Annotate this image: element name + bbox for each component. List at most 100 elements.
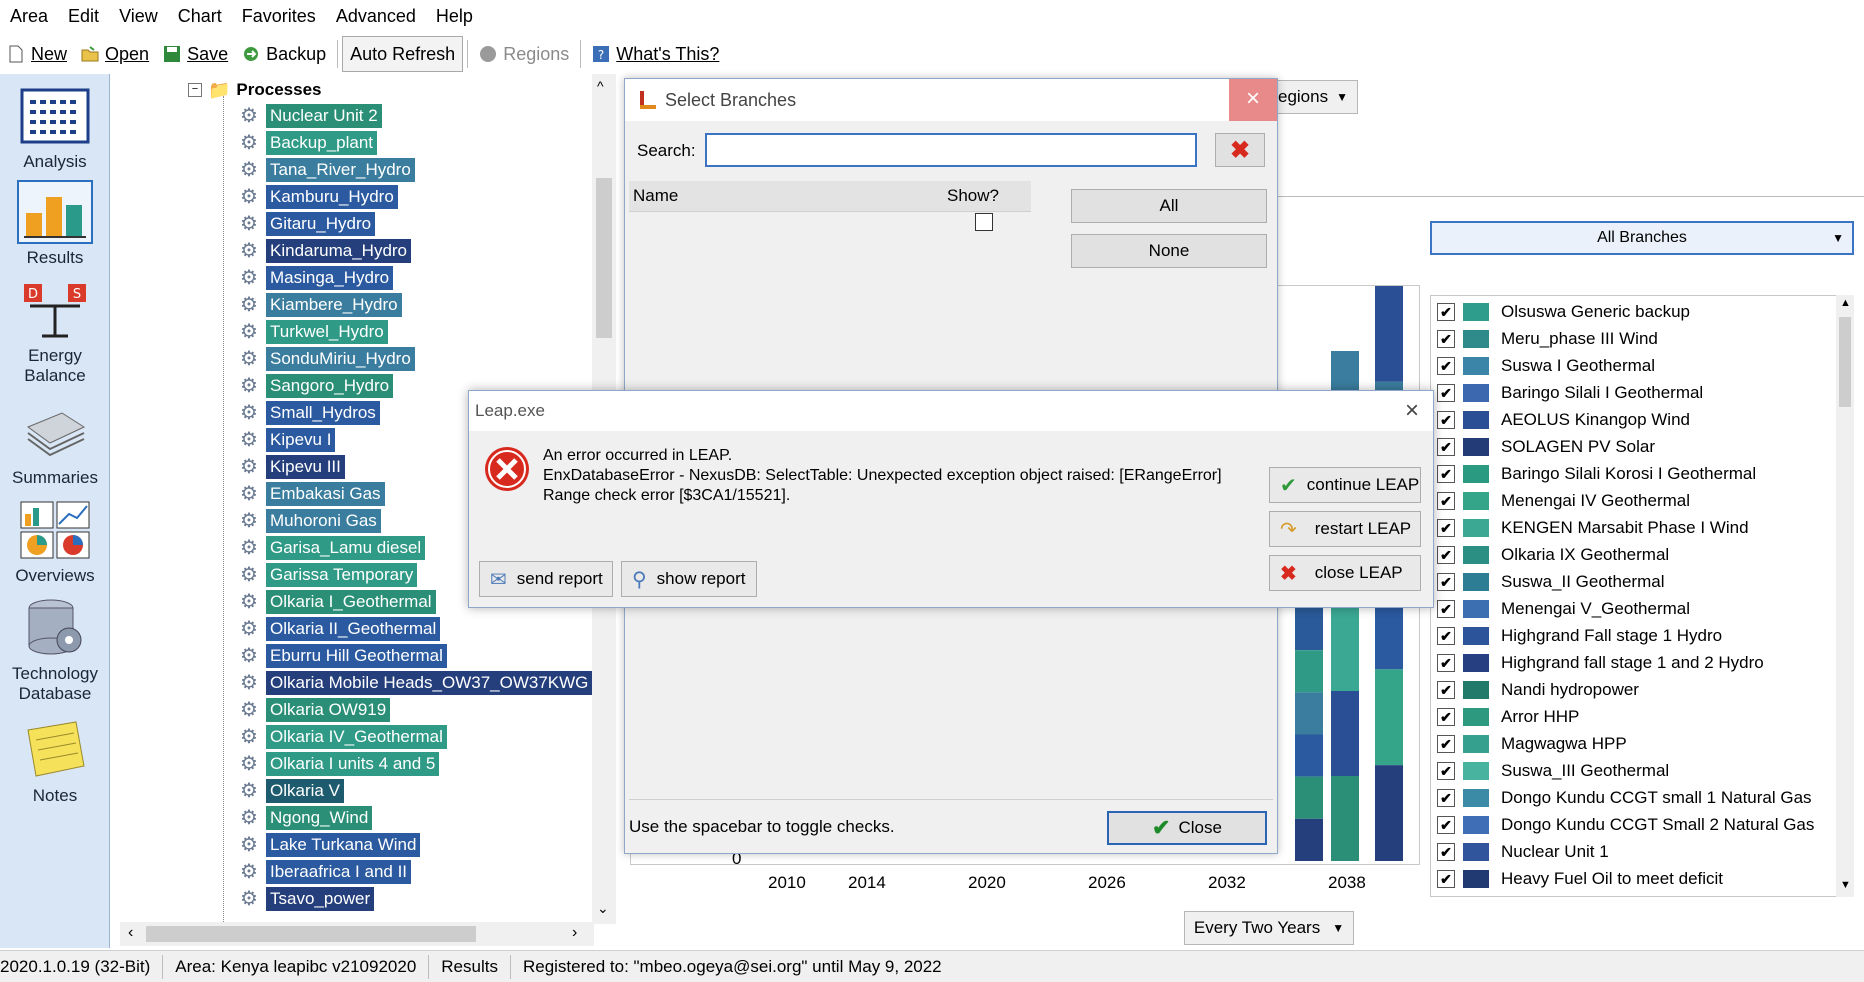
tree-item[interactable]: ⚙ Olkaria V — [120, 779, 344, 803]
collapse-icon[interactable]: − — [188, 83, 202, 97]
tree-item[interactable]: ⚙ Garisa_Lamu diesel — [120, 536, 426, 560]
legend-checkbox[interactable]: ✔ — [1437, 302, 1455, 321]
legend-item[interactable]: ✔ Olkaria IX Geothermal — [1431, 541, 1669, 568]
legend-item[interactable]: ✔ Meru_phase III Wind — [1431, 325, 1658, 352]
restart-leap-button[interactable]: ↷ restart LEAP — [1269, 511, 1421, 547]
tree-item[interactable]: ⚙ Olkaria I units 4 and 5 — [120, 752, 440, 776]
legend-item[interactable]: ✔ Dongo Kundu CCGT small 1 Natural Gas — [1431, 784, 1812, 811]
tree-item[interactable]: ⚙ Kiambere_Hydro — [120, 293, 402, 317]
legend-checkbox[interactable]: ✔ — [1437, 356, 1455, 375]
tree-item[interactable]: ⚙ Olkaria Mobile Heads_OW37_OW37KWG — [120, 671, 593, 695]
tree-item[interactable]: ⚙ Tana_River_Hydro — [120, 158, 415, 182]
new-button[interactable]: New — [0, 37, 74, 71]
legend-checkbox[interactable]: ✔ — [1437, 383, 1455, 402]
legend-checkbox[interactable]: ✔ — [1437, 410, 1455, 429]
legend-checkbox[interactable]: ✔ — [1437, 788, 1455, 807]
legend-item[interactable]: ✔ AEOLUS Kinangop Wind — [1431, 406, 1690, 433]
legend-checkbox[interactable]: ✔ — [1437, 761, 1455, 780]
scroll-up-icon[interactable]: ^ — [597, 78, 604, 94]
tree-folder-processes[interactable]: − 📁 Processes — [120, 78, 322, 102]
save-button[interactable]: Save — [156, 37, 235, 71]
legend-item[interactable]: ✔ KENGEN Marsabit Phase I Wind — [1431, 514, 1749, 541]
tree-item[interactable]: ⚙ Garissa Temporary — [120, 563, 418, 587]
column-show[interactable]: Show? — [947, 186, 999, 206]
legend-item[interactable]: ✔ Baringo Silali I Geothermal — [1431, 379, 1703, 406]
close-leap-button[interactable]: ✖ close LEAP — [1269, 555, 1421, 591]
legend-item[interactable]: ✔ Highgrand fall stage 1 and 2 Hydro — [1431, 649, 1764, 676]
clear-search-button[interactable]: ✖ — [1215, 133, 1265, 167]
menu-favorites[interactable]: Favorites — [232, 6, 326, 27]
menu-help[interactable]: Help — [426, 6, 483, 27]
legend-item[interactable]: ✔ Suswa_III Geothermal — [1431, 757, 1669, 784]
scroll-right-icon[interactable]: › — [572, 924, 577, 942]
regions-dropdown[interactable]: egions ▼ — [1268, 80, 1358, 114]
legend-checkbox[interactable]: ✔ — [1437, 707, 1455, 726]
legend-item[interactable]: ✔ Baringo Silali Korosi I Geothermal — [1431, 460, 1756, 487]
tree-item[interactable]: ⚙ Lake Turkana Wind — [120, 833, 421, 857]
sidebar-item-overviews[interactable]: Overviews — [0, 498, 110, 586]
tree-item[interactable]: ⚙ Nuclear Unit 2 — [120, 104, 382, 128]
menu-advanced[interactable]: Advanced — [326, 6, 426, 27]
scroll-thumb[interactable] — [596, 178, 612, 338]
tree-item[interactable]: ⚙ Embakasi Gas — [120, 482, 385, 506]
show-report-button[interactable]: ⚲ show report — [621, 561, 757, 597]
legend-item[interactable]: ✔ Highgrand Fall stage 1 Hydro — [1431, 622, 1722, 649]
tree-item[interactable]: ⚙ Small_Hydros — [120, 401, 380, 425]
legend-item[interactable]: ✔ Arror HHP — [1431, 703, 1579, 730]
menu-view[interactable]: View — [109, 6, 168, 27]
close-button[interactable]: ✔ Close — [1107, 811, 1267, 845]
legend-checkbox[interactable]: ✔ — [1437, 842, 1455, 861]
legend-checkbox[interactable]: ✔ — [1437, 491, 1455, 510]
tree-item[interactable]: ⚙ Olkaria I_Geothermal — [120, 590, 436, 614]
tree-item[interactable]: ⚙ Iberaafrica I and II — [120, 860, 412, 884]
legend-item[interactable]: ✔ Magwagwa HPP — [1431, 730, 1627, 757]
legend-checkbox[interactable]: ✔ — [1437, 464, 1455, 483]
legend-item[interactable]: ✔ Menengai V_Geothermal — [1431, 595, 1690, 622]
menu-area[interactable]: Area — [0, 6, 58, 27]
scroll-up-icon[interactable]: ▲ — [1840, 297, 1851, 309]
legend-checkbox[interactable]: ✔ — [1437, 680, 1455, 699]
legend-checkbox[interactable]: ✔ — [1437, 815, 1455, 834]
tree-item[interactable]: ⚙ Backup_plant — [120, 131, 378, 155]
sidebar-item-analysis[interactable]: Analysis — [0, 84, 110, 172]
menu-edit[interactable]: Edit — [58, 6, 109, 27]
column-name[interactable]: Name — [633, 186, 678, 206]
tree-item[interactable]: ⚙ Masinga_Hydro — [120, 266, 394, 290]
legend-item[interactable]: ✔ Dongo Kundu CCGT Small 2 Natural Gas — [1431, 811, 1814, 838]
tree-item[interactable]: ⚙ SonduMiriu_Hydro — [120, 347, 415, 371]
scroll-down-icon[interactable]: ⌄ — [597, 900, 609, 917]
sidebar-item-technology-database[interactable]: Technology Database — [0, 596, 110, 704]
legend-checkbox[interactable]: ✔ — [1437, 653, 1455, 672]
sidebar-item-summaries[interactable]: Summaries — [0, 400, 110, 488]
legend-checkbox[interactable]: ✔ — [1437, 329, 1455, 348]
legend-item[interactable]: ✔ Nandi hydropower — [1431, 676, 1639, 703]
legend-item[interactable]: ✔ Menengai IV Geothermal — [1431, 487, 1690, 514]
interval-dropdown[interactable]: Every Two Years ▼ — [1184, 911, 1354, 945]
sidebar-item-notes[interactable]: Notes — [0, 718, 110, 806]
all-button[interactable]: All — [1071, 189, 1267, 223]
tree-item[interactable]: ⚙ Kindaruma_Hydro — [120, 239, 412, 263]
tree-item[interactable]: ⚙ Turkwel_Hydro — [120, 320, 388, 344]
tree-item[interactable]: ⚙ Kipevu I — [120, 428, 336, 452]
legend-checkbox[interactable]: ✔ — [1437, 518, 1455, 537]
tree-item[interactable]: ⚙ Tsavo_power — [120, 887, 375, 911]
tree-item[interactable]: ⚙ Kamburu_Hydro — [120, 185, 398, 209]
scroll-down-icon[interactable]: ▼ — [1840, 879, 1851, 891]
scroll-thumb[interactable] — [146, 926, 476, 942]
tree-item[interactable]: ⚙ Olkaria OW919 — [120, 698, 391, 722]
legend-item[interactable]: ✔ Olsuswa Generic backup — [1431, 298, 1690, 325]
legend-scrollbar[interactable]: ▲ ▼ — [1836, 295, 1854, 897]
tree-item[interactable]: ⚙ Eburru Hill Geothermal — [120, 644, 447, 668]
tree-item[interactable]: ⚙ Muhoroni Gas — [120, 509, 381, 533]
auto-refresh-button[interactable]: Auto Refresh — [342, 36, 464, 72]
legend-item[interactable]: ✔ SOLAGEN PV Solar — [1431, 433, 1655, 460]
legend-item[interactable]: ✔ Suswa_II Geothermal — [1431, 568, 1664, 595]
close-icon[interactable]: × — [1405, 397, 1419, 425]
continue-leap-button[interactable]: ✔ continue LEAP — [1269, 467, 1421, 503]
legend-checkbox[interactable]: ✔ — [1437, 599, 1455, 618]
legend-item[interactable]: ✔ Nuclear Unit 1 — [1431, 838, 1609, 865]
legend-checkbox[interactable]: ✔ — [1437, 572, 1455, 591]
tree-horizontal-scrollbar[interactable]: ‹ › — [120, 922, 594, 946]
close-icon[interactable]: × — [1229, 79, 1277, 121]
send-report-button[interactable]: ✉ send report — [479, 561, 613, 597]
